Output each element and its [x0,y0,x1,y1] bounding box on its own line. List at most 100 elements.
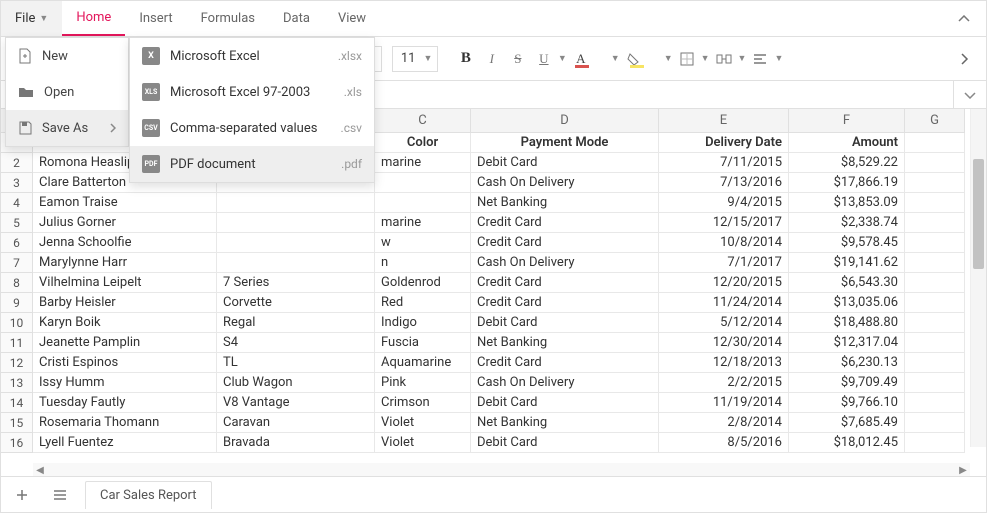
row-header[interactable]: 5 [1,213,33,233]
saveas-xls[interactable]: XLS Microsoft Excel 97-2003 .xls [130,74,374,110]
cell[interactable]: 11/24/2014 [659,293,789,313]
cell[interactable]: 12/20/2015 [659,273,789,293]
cell[interactable] [905,153,965,173]
row-header[interactable]: 13 [1,373,33,393]
cell[interactable]: $6,543.30 [789,273,905,293]
cell[interactable]: marine [375,213,471,233]
cell[interactable] [905,273,965,293]
cell[interactable]: 7/11/2015 [659,153,789,173]
underline-button[interactable]: U [532,47,556,71]
cell[interactable]: 12/15/2017 [659,213,789,233]
cell[interactable]: Rosemaria Thomann [33,413,217,433]
cell[interactable]: 11/19/2014 [659,393,789,413]
cell[interactable] [217,213,375,233]
cell[interactable]: Violet [375,433,471,453]
horizontal-scrollbar[interactable]: ◀ ▶ [33,463,970,477]
row-header[interactable]: 9 [1,293,33,313]
cell[interactable] [905,433,965,453]
italic-button[interactable]: I [480,47,504,71]
cell[interactable]: Fuscia [375,333,471,353]
scroll-left-icon[interactable]: ◀ [33,465,47,476]
cell[interactable]: $13,853.09 [789,193,905,213]
cell[interactable]: 2/2/2015 [659,373,789,393]
menu-data[interactable]: Data [269,1,324,36]
cell[interactable]: $9,709.49 [789,373,905,393]
sheet-tab[interactable]: Car Sales Report [85,481,212,509]
cell[interactable]: 8/5/2016 [659,433,789,453]
all-sheets-button[interactable] [47,482,73,508]
cell[interactable]: n [375,253,471,273]
cell[interactable] [905,293,965,313]
row-header[interactable]: 16 [1,433,33,453]
cell[interactable]: Cash On Delivery [471,173,659,193]
cell[interactable] [217,193,375,213]
cell[interactable]: Marylynne Harr [33,253,217,273]
cell[interactable]: Lyell Fuentez [33,433,217,453]
cell[interactable]: Jenna Schoolfie [33,233,217,253]
row-header[interactable]: 12 [1,353,33,373]
col-header[interactable]: D [471,109,659,133]
saveas-pdf[interactable]: PDF PDF document .pdf [130,146,374,182]
cell[interactable]: Pink [375,373,471,393]
cell[interactable] [905,133,965,153]
cell[interactable]: Karyn Boik [33,313,217,333]
cell[interactable]: $13,035.06 [789,293,905,313]
cell[interactable]: Cash On Delivery [471,373,659,393]
cell[interactable] [217,253,375,273]
scroll-thumb[interactable] [973,159,984,269]
cell[interactable]: Julius Gorner [33,213,217,233]
cell[interactable]: Credit Card [471,233,659,253]
cell[interactable]: $9,578.45 [789,233,905,253]
saveas-xlsx[interactable]: X Microsoft Excel .xlsx [130,38,374,74]
row-header[interactable]: 8 [1,273,33,293]
cell[interactable] [905,173,965,193]
cell[interactable] [905,313,965,333]
chevron-down-icon[interactable]: ▼ [558,53,567,64]
cell[interactable] [905,213,965,233]
cell[interactable]: Corvette [217,293,375,313]
file-save-as[interactable]: Save As [6,110,128,146]
cell[interactable]: $9,766.10 [789,393,905,413]
cell[interactable]: 7/13/2016 [659,173,789,193]
menu-formulas[interactable]: Formulas [187,1,269,36]
menu-view[interactable]: View [324,1,380,36]
cell[interactable] [905,373,965,393]
cell[interactable] [905,333,965,353]
cell[interactable]: Net Banking [471,413,659,433]
cell[interactable]: 7 Series [217,273,375,293]
cell[interactable]: 10/8/2014 [659,233,789,253]
row-header[interactable]: 7 [1,253,33,273]
row-header[interactable]: 10 [1,313,33,333]
col-header[interactable]: G [905,109,965,133]
cell[interactable]: $12,317.04 [789,333,905,353]
cell[interactable]: Tuesday Fautly [33,393,217,413]
cell[interactable]: 7/1/2017 [659,253,789,273]
cell[interactable]: Goldenrod [375,273,471,293]
col-header[interactable]: E [659,109,789,133]
scroll-right-icon[interactable]: ▶ [956,465,970,476]
col-header[interactable]: C [375,109,471,133]
cell[interactable]: Bravada [217,433,375,453]
row-header[interactable]: 11 [1,333,33,353]
saveas-csv[interactable]: CSV Comma-separated values .csv [130,110,374,146]
cell[interactable]: Club Wagon [217,373,375,393]
cell[interactable]: Red [375,293,471,313]
cell[interactable] [905,413,965,433]
cell[interactable] [905,233,965,253]
cell[interactable]: Cash On Delivery [471,253,659,273]
row-header[interactable]: 2 [1,153,33,173]
cell[interactable]: Net Banking [471,333,659,353]
cell[interactable]: $8,529.22 [789,153,905,173]
cell[interactable]: 12/30/2014 [659,333,789,353]
cell[interactable]: TL [217,353,375,373]
cell[interactable]: Debit Card [471,153,659,173]
cell[interactable]: Credit Card [471,273,659,293]
cell[interactable] [905,393,965,413]
cell[interactable]: $6,230.13 [789,353,905,373]
cell[interactable]: Aquamarine [375,353,471,373]
cell[interactable]: V8 Vantage [217,393,375,413]
vertical-scrollbar[interactable] [970,109,986,447]
cell[interactable] [905,253,965,273]
row-header[interactable]: 4 [1,193,33,213]
align-button[interactable] [748,47,772,71]
